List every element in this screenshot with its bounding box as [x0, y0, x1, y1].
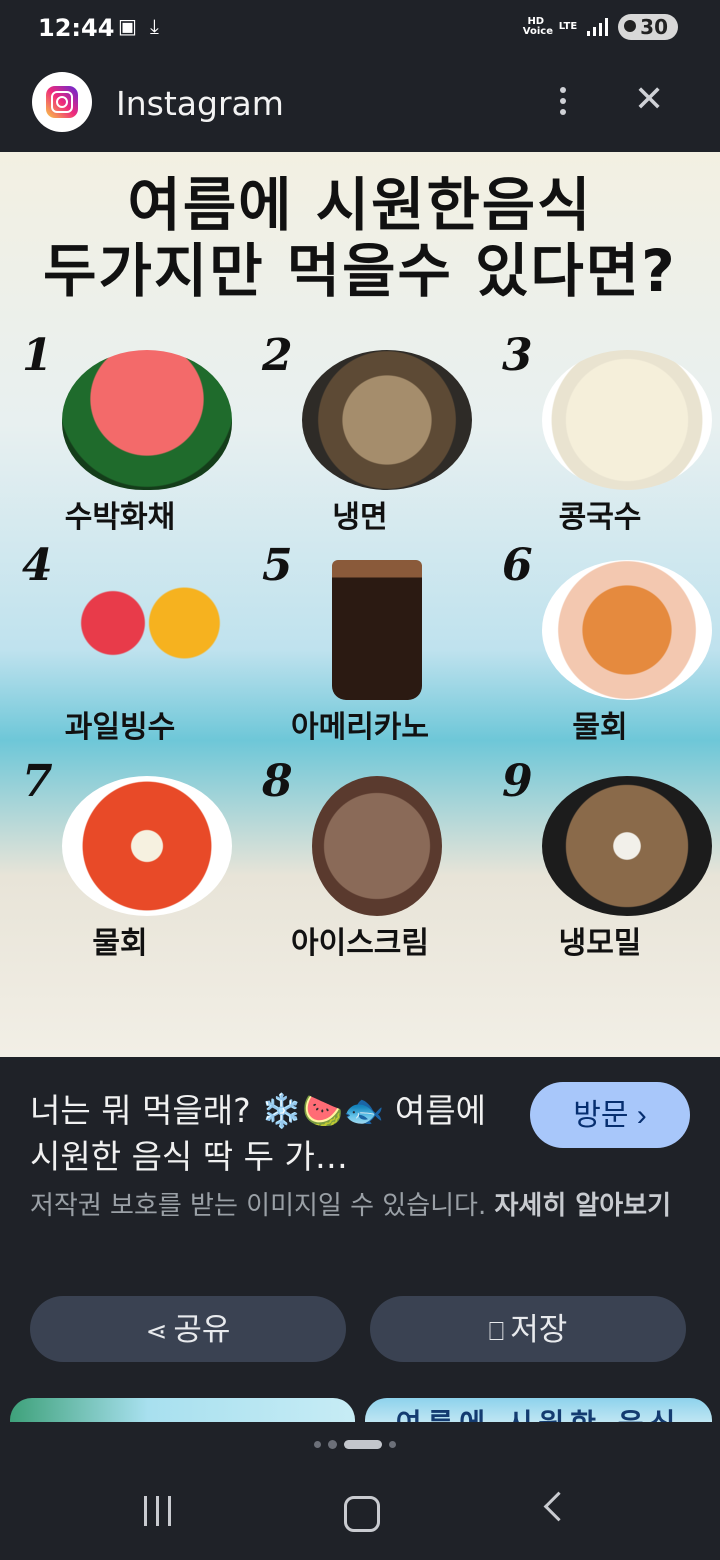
related-image-2[interactable]: 여름에 시원한 음식	[365, 1398, 712, 1422]
food-number: 3	[502, 330, 533, 381]
food-item-6: 6 물회	[480, 540, 720, 760]
visit-button[interactable]: 방문 ›	[530, 1082, 690, 1148]
mulhoe-image	[542, 560, 712, 700]
hd-voice-icon: HD Voice	[522, 16, 553, 37]
food-name: 과일빙수	[64, 710, 176, 745]
food-item-1: 1 수박화채	[0, 330, 240, 550]
page-dot	[314, 1441, 321, 1448]
food-number: 8	[262, 756, 293, 807]
food-name: 냉모밀	[558, 926, 642, 961]
image-caption: 너는 뭐 먹을래? ❄️🍉🐟 여름에 시원한 음식 딱 두 가…	[30, 1091, 486, 1176]
bookmark-icon: ⎕	[488, 1316, 505, 1346]
back-icon[interactable]	[543, 1491, 574, 1522]
page-dot	[328, 1440, 337, 1449]
image-title-line2: 두가지만 먹을수 있다면?	[43, 237, 677, 305]
source-title: Instagram	[116, 84, 284, 123]
food-number: 6	[502, 540, 533, 591]
system-nav-bar	[0, 1470, 720, 1560]
copyright-notice: 저작권 보호를 받는 이미지일 수 있습니다. 자세히 알아보기	[30, 1186, 700, 1226]
status-bar: 12:44 ▣ ⤓ HD Voice LTE 30	[0, 0, 720, 60]
food-number: 2	[262, 330, 293, 381]
food-name: 냉면	[332, 500, 388, 535]
food-item-4: 4 과일빙수	[0, 540, 240, 760]
mulhoe-spicy-image	[62, 776, 232, 916]
food-number: 4	[22, 540, 53, 591]
app-bar: Instagram ✕	[0, 62, 720, 152]
food-name: 물회	[572, 710, 628, 745]
preview-image[interactable]: 여름에 시원한음식 두가지만 먹을수 있다면? 1 수박화채 2 냉면 3 콩국…	[0, 152, 720, 1057]
copyright-text: 저작권 보호를 받는 이미지일 수 있습니다.	[30, 1191, 487, 1221]
food-name: 물회	[92, 926, 148, 961]
food-item-7: 7 물회	[0, 756, 240, 976]
food-item-9: 9 냉모밀	[480, 756, 720, 976]
share-icon: ⋖	[145, 1316, 168, 1346]
food-name: 수박화채	[64, 500, 176, 535]
related-image-1[interactable]	[10, 1398, 355, 1422]
close-icon[interactable]: ✕	[634, 80, 664, 120]
screenshot-icon: ▣	[118, 14, 137, 38]
kongguksu-image	[542, 350, 712, 490]
naengmomil-image	[542, 776, 712, 916]
food-name: 아메리카노	[291, 710, 429, 745]
food-number: 1	[22, 330, 53, 381]
naengmyeon-image	[302, 350, 472, 490]
food-name: 콩국수	[558, 500, 642, 535]
recents-icon[interactable]	[144, 1496, 180, 1530]
lte-icon: LTE	[558, 21, 578, 32]
more-options-icon[interactable]	[548, 84, 578, 124]
status-right: HD Voice LTE 30	[523, 14, 678, 40]
food-item-2: 2 냉면	[240, 330, 480, 550]
related-image-2-title: 여름에 시원한 음식	[365, 1402, 712, 1422]
share-label: 공유	[173, 1312, 231, 1347]
fruit-bingsu-image	[62, 560, 232, 700]
food-item-5: 5 아메리카노	[240, 540, 480, 760]
page-dot	[389, 1441, 396, 1448]
download-icon: ⤓	[150, 14, 159, 38]
food-item-3: 3 콩국수	[480, 330, 720, 550]
food-number: 9	[502, 756, 533, 807]
image-title-line1: 여름에 시원한음식	[127, 171, 593, 239]
food-number: 7	[22, 756, 53, 807]
americano-image	[332, 560, 422, 700]
watermelon-punch-image	[62, 350, 232, 490]
home-icon[interactable]	[344, 1496, 380, 1532]
signal-icon	[587, 18, 609, 36]
share-button[interactable]: ⋖ 공유	[30, 1296, 346, 1362]
battery-indicator: 30	[618, 14, 678, 40]
food-name: 아이스크림	[291, 926, 429, 961]
food-number: 5	[262, 540, 293, 591]
save-label: 저장	[510, 1312, 568, 1347]
food-item-8: 8 아이스크림	[240, 756, 480, 976]
instagram-logo-icon	[32, 72, 92, 132]
ice-cream-image	[312, 776, 442, 916]
status-time: 12:44	[38, 14, 115, 42]
save-button[interactable]: ⎕ 저장	[370, 1296, 686, 1362]
page-indicator	[314, 1440, 396, 1449]
page-dot-active	[344, 1440, 382, 1449]
learn-more-link[interactable]: 자세히 알아보기	[495, 1191, 672, 1221]
